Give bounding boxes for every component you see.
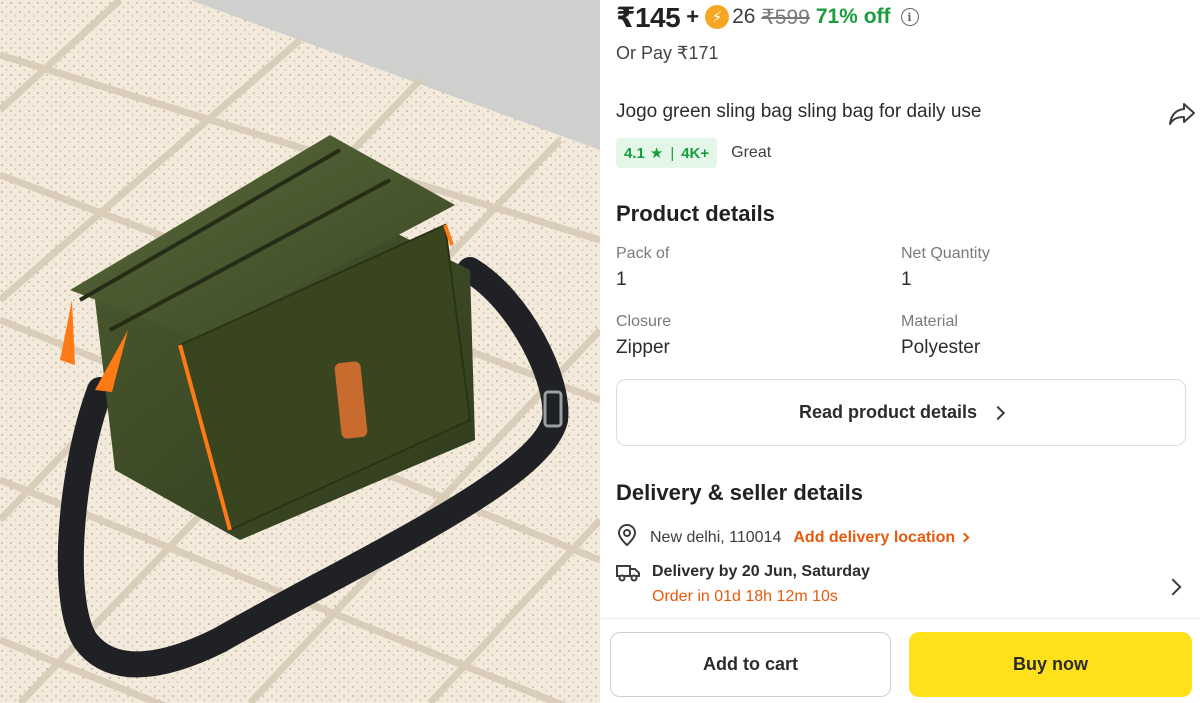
product-image[interactable] bbox=[0, 0, 600, 703]
delivery-heading: Delivery & seller details bbox=[616, 480, 864, 505]
order-countdown: Order in 01d 18h 12m 10s bbox=[652, 588, 838, 605]
product-details-panel: ₹145 + ⚡ 26 ₹599 71% off i Or Pay ₹171 J… bbox=[600, 0, 1200, 703]
product-details-heading: Product details bbox=[616, 201, 775, 226]
original-price: ₹599 bbox=[761, 5, 810, 29]
price-row: ₹145 + ⚡ 26 ₹599 71% off i bbox=[616, 0, 919, 34]
lightning-coin-icon: ⚡ bbox=[705, 5, 730, 29]
star-icon: ★ bbox=[649, 145, 664, 162]
rating-label: Great bbox=[731, 144, 772, 161]
delivery-row[interactable]: Delivery by 20 Jun, Saturday Order in 01… bbox=[616, 563, 870, 606]
add-delivery-location-link[interactable]: Add delivery location bbox=[793, 528, 970, 547]
detail-value-material: Polyester bbox=[901, 337, 981, 358]
share-icon[interactable] bbox=[1167, 101, 1197, 127]
discount-percent: 71% off bbox=[815, 5, 891, 28]
detail-value-closure: Zipper bbox=[616, 337, 670, 358]
add-delivery-location-label: Add delivery location bbox=[793, 528, 956, 546]
location-pin-icon bbox=[616, 523, 638, 552]
rating-count: 4K+ bbox=[681, 144, 710, 162]
bottom-action-bar: Add to cart Buy now bbox=[600, 618, 1200, 703]
detail-value-net-quantity: 1 bbox=[901, 269, 912, 290]
delivery-date: Delivery by 20 Jun, Saturday bbox=[652, 563, 870, 580]
truck-icon bbox=[616, 563, 640, 588]
buy-now-button[interactable]: Buy now bbox=[909, 632, 1192, 697]
detail-value-pack: 1 bbox=[616, 269, 627, 290]
rating-separator: | bbox=[670, 144, 675, 162]
read-product-details-button[interactable]: Read product details bbox=[616, 379, 1186, 446]
product-title: Jogo green sling bag sling bag for daily… bbox=[616, 101, 982, 122]
or-pay-text: Or Pay ₹171 bbox=[616, 43, 719, 63]
chevron-right-icon bbox=[959, 532, 970, 543]
detail-label-closure: Closure bbox=[616, 313, 672, 330]
chevron-right-icon bbox=[990, 405, 1006, 420]
detail-label-net-quantity: Net Quantity bbox=[901, 245, 990, 262]
add-to-cart-button[interactable]: Add to cart bbox=[610, 632, 891, 697]
rating-value: 4.1 bbox=[624, 144, 645, 162]
location-row: New delhi, 110014 Add delivery location bbox=[616, 523, 970, 552]
detail-label-material: Material bbox=[901, 313, 958, 330]
price: ₹145 bbox=[616, 1, 681, 33]
rating-row[interactable]: 4.1 ★ | 4K+ Great bbox=[616, 138, 771, 168]
info-icon[interactable]: i bbox=[900, 8, 919, 26]
rating-badge[interactable]: 4.1 ★ | 4K+ bbox=[616, 138, 718, 168]
coins-amount: 26 bbox=[732, 5, 756, 28]
chevron-right-icon[interactable] bbox=[1164, 578, 1182, 596]
plus-sign: + bbox=[686, 4, 700, 29]
product-photo bbox=[0, 0, 600, 703]
read-product-details-label: Read product details bbox=[798, 402, 978, 422]
detail-label-pack: Pack of bbox=[616, 245, 670, 262]
location-text: New delhi, 110014 bbox=[650, 528, 782, 546]
